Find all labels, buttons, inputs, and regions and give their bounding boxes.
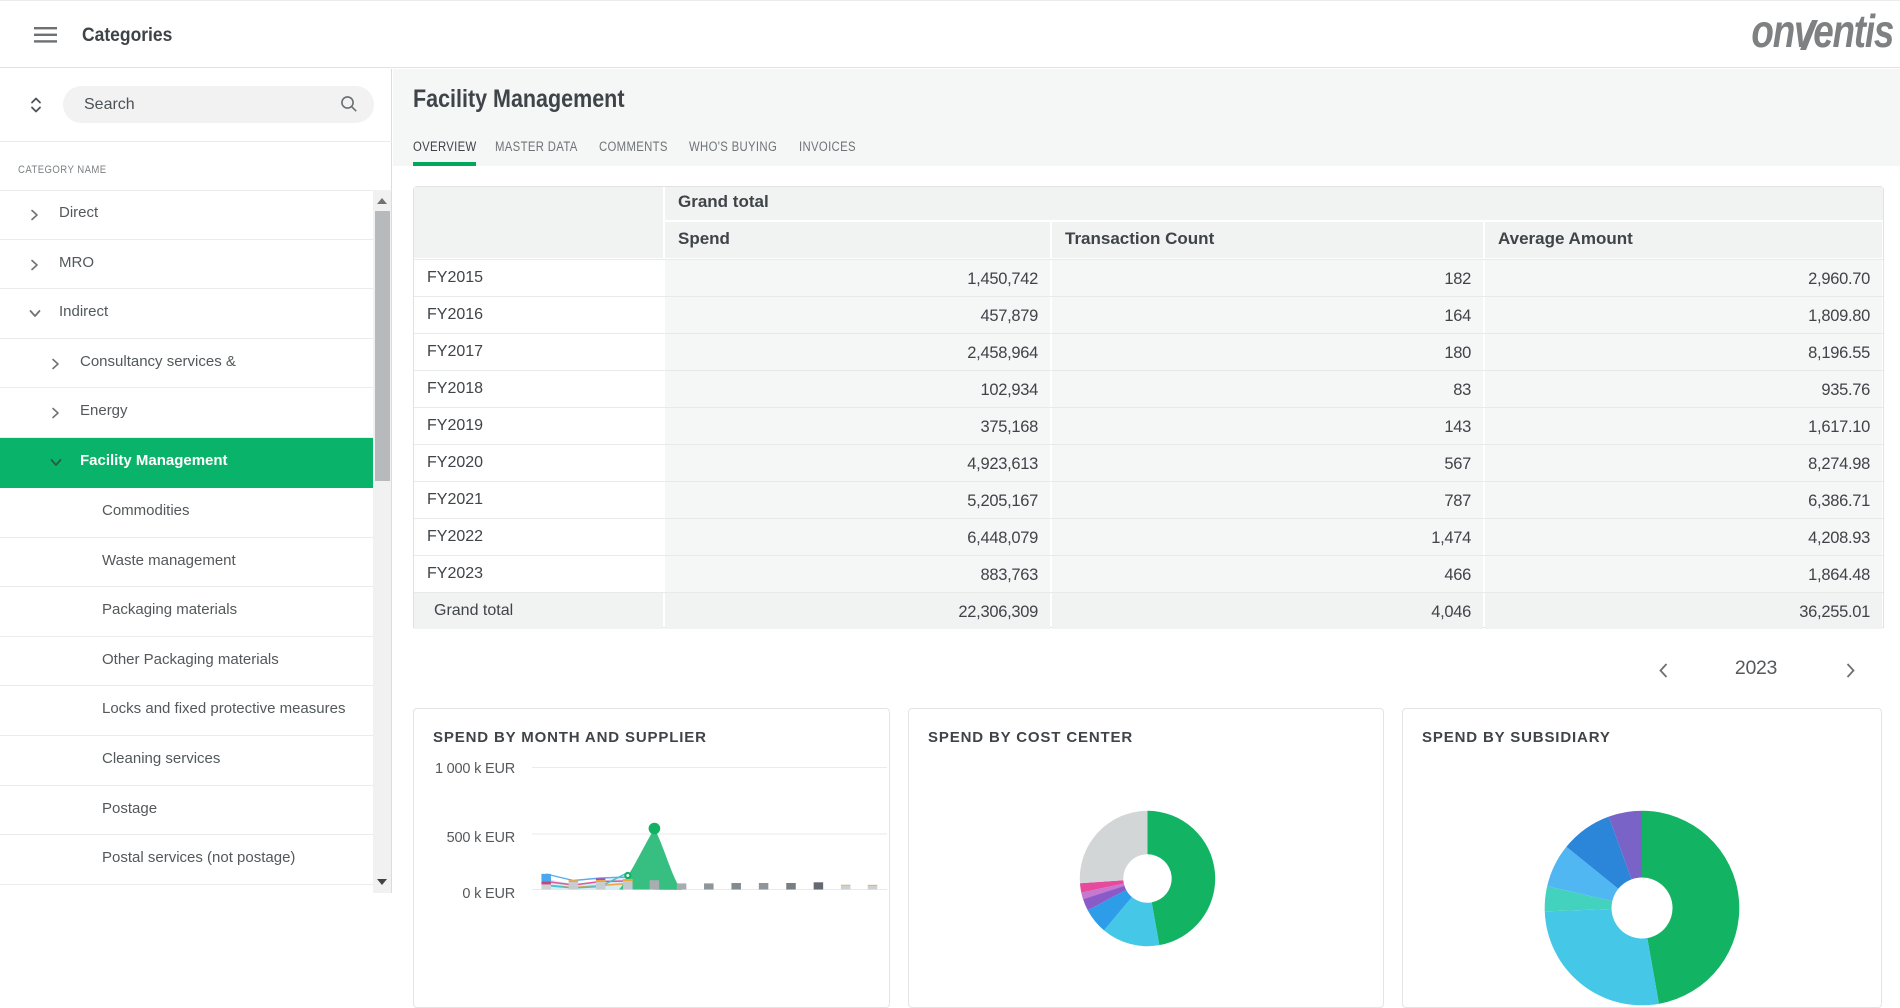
- svg-text:1 000 k EUR: 1 000 k EUR: [435, 761, 515, 777]
- svg-text:0 k EUR: 0 k EUR: [462, 886, 515, 902]
- svg-text:500 k EUR: 500 k EUR: [447, 830, 515, 846]
